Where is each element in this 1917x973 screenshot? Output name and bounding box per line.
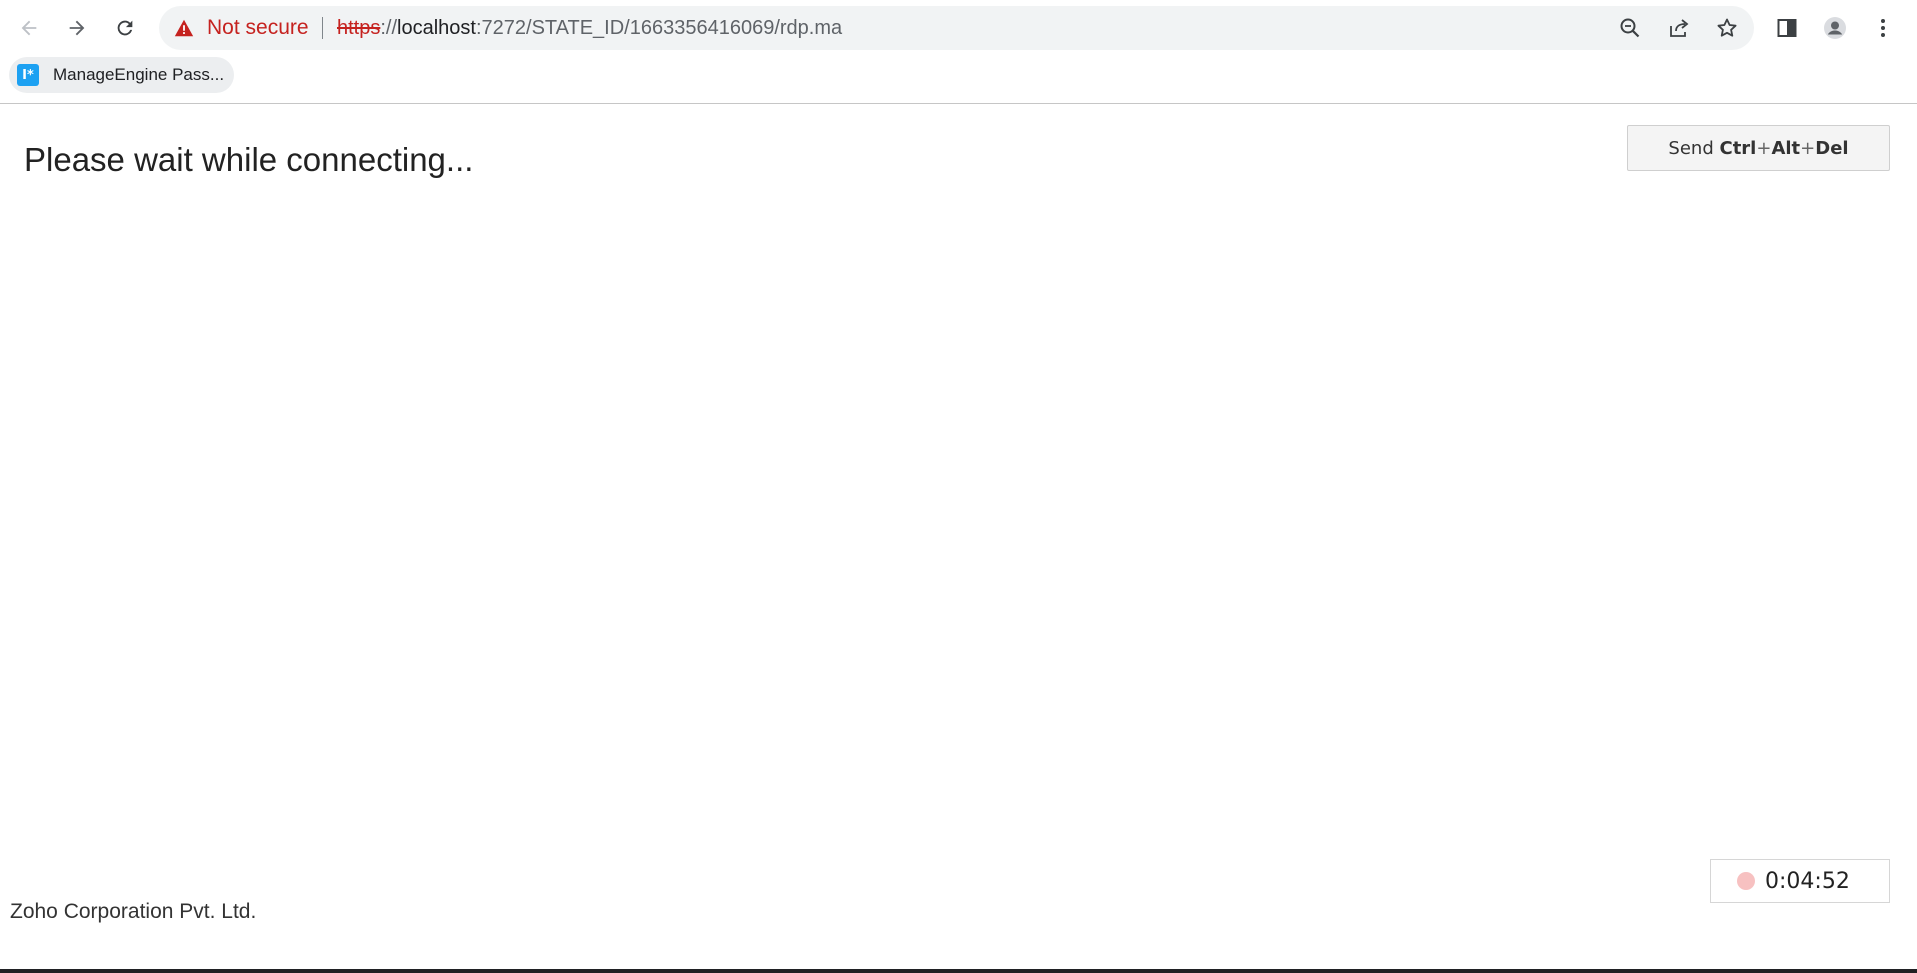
warning-triangle-icon [174,19,194,37]
url-separator: :// [380,17,398,39]
bookmarks-bar: I* ManageEngine Pass... [0,56,1917,104]
recording-dot-icon [1737,872,1755,890]
manageengine-favicon-icon: I* [17,64,39,86]
browser-toolbar: Not secure https://localhost:7272/STATE_… [0,0,1917,56]
reload-button[interactable] [107,10,143,46]
connection-status-message: Please wait while connecting... [24,141,474,178]
security-label: Not secure [207,16,309,39]
arrow-left-icon [21,20,37,36]
cad-plus-2: + [1800,137,1816,159]
share-icon[interactable] [1665,14,1693,42]
url-path: :7272/STATE_ID/1663356416069/rdp.ma [475,17,843,39]
kebab-menu-icon[interactable] [1867,12,1899,44]
url-scheme: https [337,17,381,39]
rdp-session-page: Please wait while connecting... Send Ctr… [0,105,1917,969]
url-text[interactable]: https://localhost:7272/STATE_ID/16633564… [337,6,842,50]
arrow-right-icon [69,20,85,36]
cad-del-label: Del [1815,137,1849,159]
send-ctrl-alt-del-button[interactable]: Send Ctrl + Alt + Del [1627,125,1890,171]
bookmark-manageengine[interactable]: I* ManageEngine Pass... [9,57,235,93]
footer-credit: Zoho Corporation Pvt. Ltd. [10,900,257,923]
side-panel-icon[interactable] [1771,12,1803,44]
address-divider [322,17,323,39]
forward-button[interactable] [59,10,95,46]
session-timer-value: 0:04:52 [1765,868,1850,894]
bookmark-label: ManageEngine Pass... [53,65,225,84]
url-host: localhost [397,17,476,39]
cad-send-label: Send [1668,137,1714,159]
reload-icon [117,20,133,36]
cad-plus-1: + [1756,137,1772,159]
bookmark-star-icon[interactable] [1713,14,1741,42]
window-bottom-edge [0,969,1917,973]
zoom-out-icon[interactable] [1616,14,1644,42]
cad-ctrl-label: Ctrl [1719,137,1757,159]
security-indicator[interactable]: Not secure [173,6,309,50]
session-timer: 0:04:52 [1710,859,1890,903]
back-button[interactable] [11,10,47,46]
address-bar[interactable]: Not secure https://localhost:7272/STATE_… [159,6,1754,50]
profile-avatar-icon[interactable] [1819,12,1851,44]
cad-alt-label: Alt [1771,137,1801,159]
